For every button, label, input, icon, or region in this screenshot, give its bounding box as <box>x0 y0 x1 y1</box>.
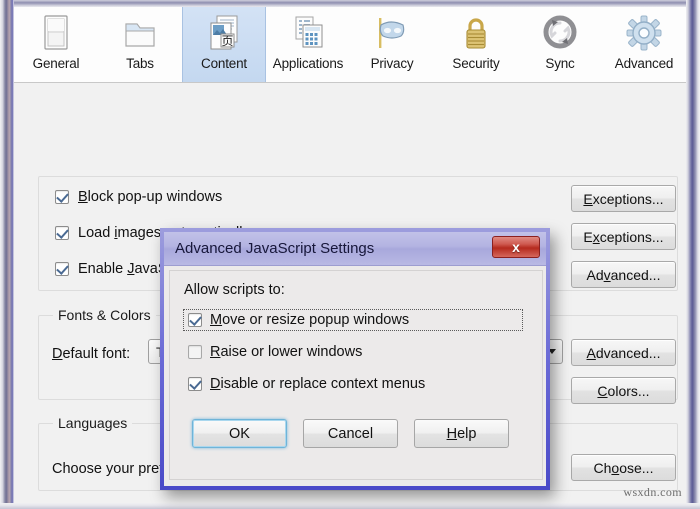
tab-sync[interactable]: Sync <box>518 7 602 82</box>
raise-lower-windows-label: Raise or lower windows <box>210 344 363 360</box>
window-frame-left <box>0 0 14 509</box>
window-frame-right <box>686 0 700 509</box>
javascript-advanced-button[interactable]: Advanced... <box>571 261 676 288</box>
dialog-ok-label: OK <box>229 425 250 442</box>
move-resize-popups-checkbox-box[interactable] <box>188 313 202 327</box>
tab-content-label: Content <box>201 56 247 71</box>
tab-general-label: General <box>32 56 80 71</box>
dialog-titlebar[interactable]: Advanced JavaScript Settings x <box>164 232 546 266</box>
folder-tab-icon <box>123 12 157 54</box>
tab-privacy[interactable]: Privacy <box>350 7 434 82</box>
mask-icon <box>373 12 411 54</box>
svg-text:页: 页 <box>221 34 233 48</box>
close-button-label: x <box>512 239 520 255</box>
colors-label: Colors... <box>597 382 650 399</box>
tab-privacy-label: Privacy <box>370 56 414 71</box>
images-exceptions-label: Exceptions... <box>583 228 664 245</box>
checkbox-disable-context-menus[interactable]: Disable or replace context menus <box>188 376 425 392</box>
dialog-help-label: Help <box>446 425 477 442</box>
disable-context-menus-checkbox-box[interactable] <box>188 377 202 391</box>
dialog-cancel-button[interactable]: Cancel <box>303 419 398 448</box>
popup-exceptions-label: Exceptions... <box>583 190 664 207</box>
move-resize-popups-label: Move or resize popup windows <box>210 312 410 328</box>
fonts-advanced-label: Advanced... <box>586 344 661 361</box>
tab-advanced-label: Advanced <box>614 56 674 71</box>
fonts-advanced-button[interactable]: Advanced... <box>571 339 676 366</box>
raise-lower-windows-checkbox-box[interactable] <box>188 345 202 359</box>
popup-exceptions-button[interactable]: Exceptions... <box>571 185 676 212</box>
disable-context-menus-label: Disable or replace context menus <box>210 376 426 392</box>
default-font-label: Default font: <box>52 346 131 362</box>
choose-languages-label: Choose... <box>593 459 654 476</box>
window-page-icon <box>41 12 71 54</box>
tab-security-label: Security <box>452 56 500 71</box>
block-popups-checkbox-box[interactable] <box>55 190 69 204</box>
content-pages-icon: 页 <box>205 12 243 54</box>
advanced-javascript-settings-dialog: Advanced JavaScript Settings x Allow scr… <box>160 228 550 490</box>
watermark: wsxdn.com <box>623 485 682 499</box>
close-icon[interactable]: x <box>492 236 540 258</box>
fonts-colors-legend: Fonts & Colors <box>53 307 156 323</box>
languages-legend: Languages <box>53 415 133 431</box>
checkbox-raise-lower-windows[interactable]: Raise or lower windows <box>188 344 362 360</box>
tab-tabs-label: Tabs <box>126 56 154 71</box>
enable-javascript-checkbox-box[interactable] <box>55 262 69 276</box>
load-images-checkbox-box[interactable] <box>55 226 69 240</box>
tab-tabs[interactable]: Tabs <box>98 7 182 82</box>
padlock-icon <box>459 12 493 54</box>
sync-arrows-icon <box>542 12 578 54</box>
applications-icon <box>289 12 327 54</box>
preferences-window: General Tabs 页 Content Applications Priv… <box>0 0 700 509</box>
dialog-help-button[interactable]: Help <box>414 419 509 448</box>
javascript-advanced-label: Advanced... <box>586 266 661 283</box>
preferences-toolbar: General Tabs 页 Content Applications Priv… <box>14 7 686 83</box>
dialog-title: Advanced JavaScript Settings <box>175 240 375 257</box>
dialog-ok-button[interactable]: OK <box>192 419 287 448</box>
checkbox-block-popups[interactable]: Block pop-up windows <box>55 189 222 205</box>
tab-advanced[interactable]: Advanced <box>602 7 686 82</box>
block-popups-label: Block pop-up windows <box>78 189 223 205</box>
images-exceptions-button[interactable]: Exceptions... <box>571 223 676 250</box>
gear-icon <box>625 12 663 54</box>
choose-languages-button[interactable]: Choose... <box>571 454 676 481</box>
window-frame-top <box>0 0 700 7</box>
colors-button[interactable]: Colors... <box>571 377 676 404</box>
languages-description: Choose your pref <box>52 461 164 477</box>
tab-sync-label: Sync <box>545 56 575 71</box>
allow-scripts-label: Allow scripts to: <box>184 282 285 298</box>
window-frame-bottom <box>0 503 700 509</box>
tab-applications[interactable]: Applications <box>266 7 350 82</box>
dialog-cancel-label: Cancel <box>327 425 374 442</box>
tab-applications-label: Applications <box>272 56 344 71</box>
tab-security[interactable]: Security <box>434 7 518 82</box>
tab-general[interactable]: General <box>14 7 98 82</box>
dialog-body: Allow scripts to: Move or resize popup w… <box>169 270 543 480</box>
checkbox-move-resize-popups[interactable]: Move or resize popup windows <box>188 312 409 328</box>
tab-content[interactable]: 页 Content <box>182 7 266 82</box>
